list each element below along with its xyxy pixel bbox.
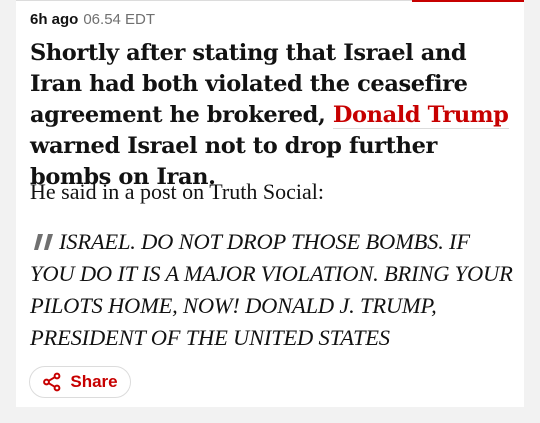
entry-paragraph: He said in a post on Truth Social: (30, 179, 324, 204)
share-icon (42, 372, 62, 392)
share-button[interactable]: Share (29, 366, 131, 398)
block-quote: ISRAEL. DO NOT DROP THOSE BOMBS. IF YOU … (30, 226, 518, 354)
headline-link[interactable]: Donald Trump (332, 102, 509, 129)
share-label: Share (70, 372, 118, 391)
time-ago: 6h ago (30, 11, 79, 28)
entry-meta: 6h ago 06.54 EDT (30, 11, 155, 28)
accent-bar (412, 0, 524, 2)
quote-mark-icon (30, 227, 56, 250)
quote-text: ISRAEL. DO NOT DROP THOSE BOMBS. IF YOU … (30, 229, 513, 350)
entry-timestamp: 06.54 EDT (83, 11, 156, 28)
entry-headline: Shortly after stating that Israel and Ir… (30, 38, 520, 193)
